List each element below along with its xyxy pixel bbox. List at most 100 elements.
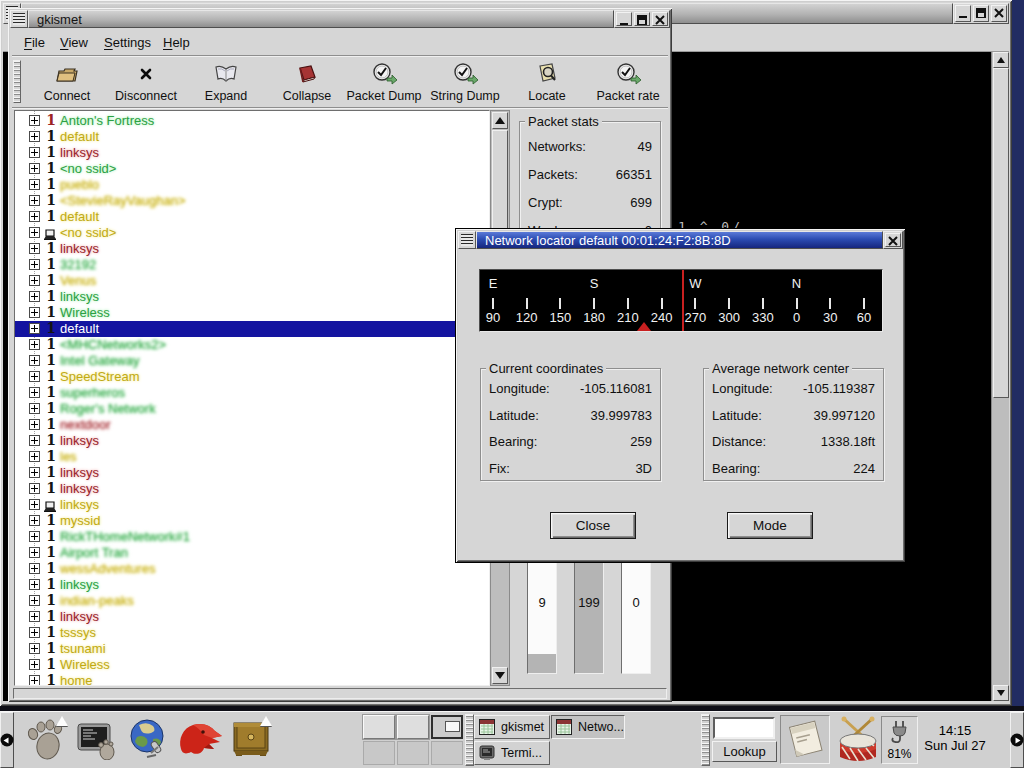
tree-expander-icon[interactable]: [29, 259, 40, 270]
applet-handle[interactable]: [701, 714, 710, 766]
notes-applet[interactable]: [780, 715, 830, 764]
tree-expander-icon[interactable]: [29, 403, 40, 414]
network-tree[interactable]: 1Anton's Fortress1default1linksys1<no ss…: [14, 110, 490, 686]
workspace-cell[interactable]: [397, 741, 429, 765]
tree-expander-icon[interactable]: [29, 563, 40, 574]
workspace-cell[interactable]: [363, 741, 395, 765]
network-row[interactable]: 1wessAdventures: [15, 561, 489, 577]
lookup-entry[interactable]: [713, 717, 775, 739]
network-row[interactable]: 1SpeedStream: [15, 369, 489, 385]
network-row[interactable]: 1tsssys: [15, 625, 489, 641]
network-row[interactable]: 1Intel Gateway: [15, 353, 489, 369]
network-row[interactable]: 132192: [15, 257, 489, 273]
drum-applet[interactable]: [834, 715, 882, 768]
network-row[interactable]: 1linksys: [15, 289, 489, 305]
tree-expander-icon[interactable]: [29, 547, 40, 558]
gkismet-titlebar[interactable]: gkismet: [28, 10, 614, 28]
tree-expander-icon[interactable]: [29, 147, 40, 158]
network-row[interactable]: 1home: [15, 673, 489, 686]
network-row[interactable]: 1Roger's Network: [15, 401, 489, 417]
network-row[interactable]: 1myssid: [15, 513, 489, 529]
panel-hide-left-button[interactable]: [0, 712, 14, 768]
workspace-cell-active[interactable]: [431, 715, 463, 739]
toolbar-disconnect-button[interactable]: Disconnect: [101, 61, 191, 103]
toolbar-packet-dump-button[interactable]: Packet Dump: [339, 61, 429, 103]
network-row[interactable]: 1<StevieRayVaughan>: [15, 193, 489, 209]
network-row[interactable]: 1tsunami: [15, 641, 489, 657]
network-row[interactable]: 1superheros: [15, 385, 489, 401]
lookup-button[interactable]: Lookup: [712, 741, 777, 762]
dialog-close-button[interactable]: [885, 233, 901, 247]
tree-expander-icon[interactable]: [29, 467, 40, 478]
task-termi[interactable]: Termi...: [474, 741, 550, 765]
gkismet-maximize-button[interactable]: [634, 12, 650, 26]
scrollbar-thumb[interactable]: [993, 68, 1009, 398]
network-row[interactable]: 1default: [15, 209, 489, 225]
network-row[interactable]: 1linksys: [15, 241, 489, 257]
tree-expander-icon[interactable]: [29, 499, 40, 510]
tree-expander-icon[interactable]: [29, 243, 40, 254]
gkismet-window-menu-button[interactable]: [10, 10, 28, 28]
tree-expander-icon[interactable]: [29, 131, 40, 142]
network-row[interactable]: 1indian-peaks: [15, 593, 489, 609]
panel-hide-right-button[interactable]: [1010, 712, 1024, 768]
tasklist-handle[interactable]: [465, 714, 474, 766]
network-row[interactable]: 1pueblo: [15, 177, 489, 193]
network-row[interactable]: 1default: [15, 321, 489, 337]
terminal-maximize-button[interactable]: [973, 5, 989, 22]
tree-expander-icon[interactable]: [29, 659, 40, 670]
network-row[interactable]: 1linksys: [15, 577, 489, 593]
tree-expander-icon[interactable]: [29, 211, 40, 222]
tree-expander-icon[interactable]: [29, 483, 40, 494]
network-row[interactable]: 1Anton's Fortress: [15, 113, 489, 129]
toolbar-connect-button[interactable]: Connect: [22, 61, 112, 103]
close-button[interactable]: Close: [550, 512, 636, 539]
tree-expander-icon[interactable]: [29, 515, 40, 526]
scroll-down-button[interactable]: [492, 667, 508, 684]
mode-button[interactable]: Mode: [727, 512, 813, 539]
tree-expander-icon[interactable]: [29, 371, 40, 382]
menu-help[interactable]: Help: [163, 35, 190, 50]
network-row[interactable]: 1Wireless: [15, 657, 489, 673]
network-row[interactable]: <no ssid>: [15, 225, 489, 241]
tree-expander-icon[interactable]: [29, 307, 40, 318]
terminal-scrollbar[interactable]: [991, 52, 1009, 701]
network-row[interactable]: 1<no ssid>: [15, 161, 489, 177]
terminal-launcher[interactable]: [76, 720, 116, 764]
menu-file[interactable]: File: [24, 35, 45, 50]
toolbar-packet-rate-button[interactable]: Packet rate: [583, 61, 673, 103]
network-row[interactable]: 1RickTHomeNetwork#1: [15, 529, 489, 545]
tree-expander-icon[interactable]: [29, 451, 40, 462]
network-row[interactable]: 1les: [15, 449, 489, 465]
tree-expander-icon[interactable]: [29, 115, 40, 126]
tree-expander-icon[interactable]: [29, 643, 40, 654]
tree-expander-icon[interactable]: [29, 355, 40, 366]
toolbar-expand-button[interactable]: Expand: [181, 61, 271, 103]
tree-expander-icon[interactable]: [29, 675, 40, 686]
gkismet-close-button[interactable]: [652, 12, 668, 26]
network-row[interactable]: 1<MHCNetworks2>: [15, 337, 489, 353]
tree-expander-icon[interactable]: [29, 387, 40, 398]
browser-launcher[interactable]: [127, 717, 169, 765]
tree-expander-icon[interactable]: [29, 323, 40, 334]
tree-expander-icon[interactable]: [29, 611, 40, 622]
tree-expander-icon[interactable]: [29, 163, 40, 174]
tree-expander-icon[interactable]: [29, 419, 40, 430]
tree-expander-icon[interactable]: [29, 291, 40, 302]
network-row[interactable]: 1default: [15, 129, 489, 145]
toolbar-string-dump-button[interactable]: String Dump: [420, 61, 510, 103]
battery-applet[interactable]: 81%: [881, 716, 918, 764]
workspace-cell[interactable]: [363, 715, 395, 739]
mozilla-launcher[interactable]: [176, 719, 224, 765]
tree-expander-icon[interactable]: [29, 579, 40, 590]
tree-expander-icon[interactable]: [29, 531, 40, 542]
network-row[interactable]: 1nextdoor: [15, 417, 489, 433]
network-row[interactable]: linksys: [15, 497, 489, 513]
tree-expander-icon[interactable]: [29, 195, 40, 206]
network-row[interactable]: 1Venus: [15, 273, 489, 289]
network-row[interactable]: 1Airport Tran: [15, 545, 489, 561]
network-row[interactable]: 1linksys: [15, 433, 489, 449]
workspace-cell[interactable]: [397, 715, 429, 739]
network-row[interactable]: 1Wireless: [15, 305, 489, 321]
task-gkismet[interactable]: gkismet: [474, 715, 550, 739]
